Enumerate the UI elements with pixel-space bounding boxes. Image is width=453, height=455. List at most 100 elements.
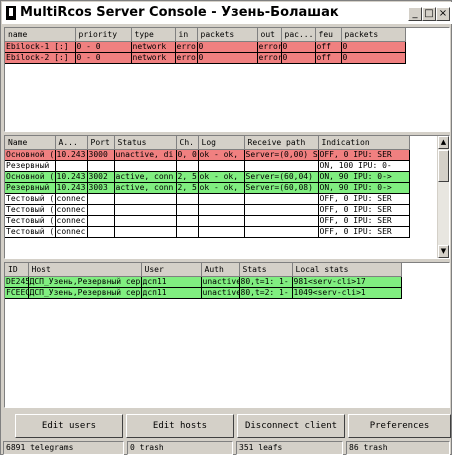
table-cell: [244, 193, 319, 205]
column-header[interactable]: Host: [28, 263, 142, 277]
table-cell: 10.243: [55, 182, 88, 194]
table-cell: FCEEC: [5, 287, 29, 299]
table-cell: ok - ok,: [198, 182, 245, 194]
column-header[interactable]: Receive path: [244, 136, 319, 150]
column-header[interactable]: name: [5, 28, 76, 42]
column-header[interactable]: ID: [5, 263, 29, 277]
table-cell: error: [257, 41, 282, 53]
table-cell: connec: [55, 204, 88, 216]
status-telegrams: 6891 telegrams: [3, 441, 124, 455]
edit-hosts-button[interactable]: Edit hosts: [126, 414, 234, 438]
clients-panel: ID Host User Auth Stats Local stats DE245 ДСП_…: [4, 262, 450, 408]
table-cell: [244, 160, 319, 172]
table-cell: ON, 100 IPU: 0-: [318, 160, 410, 172]
table-cell: 3003: [87, 182, 115, 194]
table-row[interactable]: Резервный ON, 100 IPU: 0-: [5, 160, 410, 172]
table-cell: [244, 226, 319, 238]
column-header[interactable]: Log: [198, 136, 245, 150]
table-row[interactable]: Тестовый (connec OFF, 0 IPU: SER: [5, 204, 410, 216]
table-cell: unactive: [201, 276, 240, 288]
column-header[interactable]: packets: [197, 28, 258, 42]
column-header[interactable]: A...: [55, 136, 88, 150]
table-cell: [114, 215, 177, 227]
down-arrow-icon[interactable]: ▼: [438, 245, 449, 258]
table-row[interactable]: Тестовый (connec OFF, 0 IPU: SER: [5, 215, 410, 227]
column-header[interactable]: in: [175, 28, 198, 42]
servers-panel: Name A... Port Status Ch. Log Receive path Indi…: [4, 135, 450, 259]
table-cell: 0 - 0: [75, 52, 132, 64]
table-cell: [176, 160, 199, 172]
table-row[interactable]: Резервный 10.243 3003 active, conn 2, 5 ok - …: [5, 182, 410, 194]
table-cell: [114, 226, 177, 238]
table-cell: [87, 215, 115, 227]
table-row[interactable]: Тестовый (connec OFF, 0 IPU: SER: [5, 226, 410, 238]
preferences-button[interactable]: Preferences: [348, 414, 451, 438]
table-cell: Server=(60,04): [244, 171, 319, 183]
edit-users-button[interactable]: Edit users: [15, 414, 123, 438]
table-cell: 80,t=1: 1-: [239, 276, 293, 288]
column-header[interactable]: Ch.: [176, 136, 199, 150]
column-header[interactable]: Auth: [201, 263, 240, 277]
clients-table: ID Host User Auth Stats Local stats DE245 ДСП_…: [5, 263, 402, 299]
table-cell: [198, 160, 245, 172]
column-header[interactable]: out: [257, 28, 282, 42]
minimize-button[interactable]: _: [408, 7, 422, 21]
table-row[interactable]: Основной (10.243 3000 unactive, di 0, 0 ok -…: [5, 149, 410, 161]
table-row[interactable]: FCEECДСП_Узень,Резервный сервердсп11unac…: [5, 287, 402, 299]
column-header[interactable]: Stats: [239, 263, 293, 277]
table-cell: Server=(0,00) S: [244, 149, 319, 161]
close-button[interactable]: ×: [436, 7, 450, 21]
table-cell: 10.243: [55, 171, 88, 183]
table-cell: OFF, 0 IPU: SER: [318, 149, 410, 161]
table-cell: connec: [55, 226, 88, 238]
column-header[interactable]: Indication: [318, 136, 410, 150]
column-header[interactable]: Name: [5, 136, 56, 150]
table-cell: Тестовый (: [5, 193, 56, 205]
table-row[interactable]: Основной (10.243 3002 active, conn 2, 5 ok -…: [5, 171, 410, 183]
app-icon: [6, 6, 16, 20]
column-header[interactable]: Local stats: [292, 263, 402, 277]
table-row[interactable]: Ebilock-2 [:]0 - 0networkerror0error0off…: [5, 52, 406, 64]
scroll-thumb[interactable]: [438, 150, 449, 182]
column-header[interactable]: feu: [315, 28, 342, 42]
table-cell: 3000: [87, 149, 115, 161]
column-header[interactable]: User: [141, 263, 202, 277]
column-header[interactable]: priority: [75, 28, 132, 42]
table-cell: дсп11: [141, 276, 202, 288]
column-header[interactable]: Port: [87, 136, 115, 150]
status-trash-2: 86 trash: [346, 441, 450, 455]
table-cell: 10.243: [55, 149, 88, 161]
table-cell: [198, 204, 245, 216]
table-cell: 80,t=2: 1-: [239, 287, 293, 299]
table-cell: Ebilock-1 [:]: [5, 41, 76, 53]
column-header[interactable]: packets: [341, 28, 406, 42]
title-bar[interactable]: MultiRcos Server Console - Узень-Болашак…: [2, 2, 452, 24]
column-header[interactable]: type: [131, 28, 176, 42]
maximize-button[interactable]: □: [422, 7, 436, 21]
table-cell: 0, 0: [176, 149, 199, 161]
column-header[interactable]: pac...: [281, 28, 316, 42]
table-cell: ok - ok,: [198, 171, 245, 183]
table-row[interactable]: DE245ДСП_Узень,Резервный сервердсп11unac…: [5, 276, 402, 288]
disconnect-client-button[interactable]: Disconnect client: [237, 414, 345, 438]
table-row[interactable]: Ebilock-1 [:]0 - 0networkerror0error0off…: [5, 41, 406, 53]
table-cell: [87, 193, 115, 205]
table-cell: 981<serv-cli>17: [292, 276, 402, 288]
table-cell: OFF, 0 IPU: SER: [318, 204, 410, 216]
table-cell: Тестовый (: [5, 226, 56, 238]
table-cell: Тестовый (: [5, 204, 56, 216]
table-cell: unactive, di: [114, 149, 177, 161]
table-cell: [114, 160, 177, 172]
up-arrow-icon[interactable]: ▲: [438, 136, 449, 149]
servers-scrollbar[interactable]: ▲ ▼: [437, 136, 449, 258]
table-cell: [244, 215, 319, 227]
table-cell: connec: [55, 193, 88, 205]
table-cell: [176, 215, 199, 227]
table-cell: error: [257, 52, 282, 64]
table-cell: [114, 193, 177, 205]
table-cell: [55, 160, 88, 172]
column-header[interactable]: Status: [114, 136, 177, 150]
table-cell: OFF, 0 IPU: SER: [318, 215, 410, 227]
servers-table: Name A... Port Status Ch. Log Receive path Indi…: [5, 136, 410, 238]
table-row[interactable]: Тестовый (connec OFF, 0 IPU: SER: [5, 193, 410, 205]
